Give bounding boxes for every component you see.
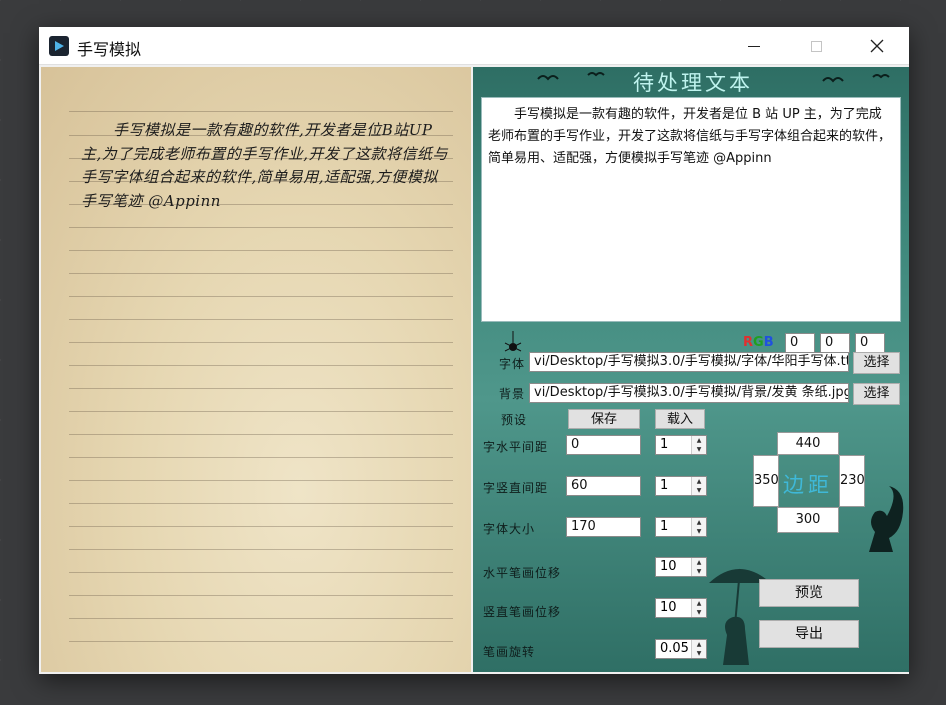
rgb-b-input[interactable]: 0 (855, 333, 885, 353)
pending-text-input[interactable]: 手写模拟是一款有趣的软件，开发者是位 B 站 UP 主，为了完成老师布置的手写作… (481, 97, 901, 322)
spinner-arrows-icon: ▲ ▼ (691, 518, 706, 536)
rotation-label: 笔画旋转 (483, 645, 536, 659)
paper-line (69, 526, 453, 527)
paper-line (69, 273, 453, 274)
font-select-button[interactable]: 选择 (853, 352, 900, 374)
margin-title: 边距 (783, 473, 833, 497)
paper-line (69, 411, 453, 412)
h-spacing-step-spinner[interactable]: 1 ▲ ▼ (655, 435, 707, 455)
spinner-arrows-icon: ▲ ▼ (691, 477, 706, 495)
app-window: 手写模拟 手写模拟是一款有趣的软件,开发者是位B站UP主,为了完成老师布置的手写… (39, 27, 909, 674)
paper-line (69, 296, 453, 297)
background-path-input[interactable]: vi/Desktop/手写模拟3.0/手写模拟/背景/发黄 条纸.jpg (529, 383, 849, 403)
spinner-arrows-icon: ▲ ▼ (691, 436, 706, 454)
rgb-label-b: B (763, 335, 774, 350)
paper-line (69, 457, 453, 458)
v-spacing-label: 字竖直间距 (483, 481, 549, 495)
preset-label: 预设 (501, 413, 528, 427)
font-label: 字体 (499, 357, 526, 371)
title-bar: 手写模拟 (39, 27, 909, 65)
rgb-g-input[interactable]: 0 (820, 333, 850, 353)
h-spacing-step-value: 1 (660, 437, 669, 452)
v-spacing-input[interactable]: 60 (566, 476, 641, 496)
spinner-arrows-icon: ▲ ▼ (691, 558, 706, 576)
app-icon (49, 36, 69, 56)
close-button[interactable] (854, 27, 900, 65)
rgb-label-r: R (743, 335, 754, 350)
bats-decoration (537, 72, 605, 81)
export-button[interactable]: 导出 (759, 620, 859, 648)
paper-line (69, 342, 453, 343)
preview-button[interactable]: 预览 (759, 579, 859, 607)
paper-line (69, 480, 453, 481)
h-offset-spinner[interactable]: 10 ▲ ▼ (655, 557, 707, 577)
font-size-step-value: 1 (660, 519, 669, 534)
paper-line (69, 618, 453, 619)
rotation-spinner[interactable]: 0.05 ▲ ▼ (655, 639, 707, 659)
h-offset-label: 水平笔画位移 (483, 566, 562, 580)
bats-decoration (822, 74, 890, 83)
maximize-button[interactable] (793, 27, 839, 65)
paper-line (69, 365, 453, 366)
v-offset-value: 10 (660, 600, 677, 615)
handwritten-text: 手写模拟是一款有趣的软件,开发者是位B站UP主,为了完成老师布置的手写作业,开发… (81, 121, 449, 210)
rgb-label-g: G (753, 335, 764, 350)
font-size-step-spinner[interactable]: 1 ▲ ▼ (655, 517, 707, 537)
close-icon (870, 39, 884, 53)
margin-bottom-input[interactable]: 300 (777, 507, 839, 533)
paper-line (69, 111, 453, 112)
preset-save-button[interactable]: 保存 (568, 409, 640, 429)
preset-load-button[interactable]: 载入 (655, 409, 705, 429)
maximize-icon (810, 40, 822, 52)
h-spacing-label: 字水平间距 (483, 440, 549, 454)
paper-line (69, 388, 453, 389)
paper-line (69, 641, 453, 642)
font-size-label: 字体大小 (483, 522, 536, 536)
pending-text-title: 待处理文本 (633, 71, 753, 95)
paper-line (69, 595, 453, 596)
umbrella-cat-decoration (709, 568, 771, 665)
h-spacing-input[interactable]: 0 (566, 435, 641, 455)
font-path-input[interactable]: vi/Desktop/手写模拟3.0/手写模拟/字体/华阳手写体.ttf (529, 352, 849, 372)
paper-line (69, 434, 453, 435)
v-spacing-step-value: 1 (660, 478, 669, 493)
paper-line (69, 503, 453, 504)
paper-line (69, 319, 453, 320)
h-offset-value: 10 (660, 559, 677, 574)
background-label: 背景 (499, 387, 526, 401)
v-spacing-step-spinner[interactable]: 1 ▲ ▼ (655, 476, 707, 496)
minimize-icon (748, 45, 760, 47)
background-select-button[interactable]: 选择 (853, 383, 900, 405)
paper-line (69, 227, 453, 228)
spinner-arrows-icon: ▲ ▼ (691, 599, 706, 617)
paper-line (69, 250, 453, 251)
paper-preview: 手写模拟是一款有趣的软件,开发者是位B站UP主,为了完成老师布置的手写作业,开发… (41, 67, 471, 672)
v-offset-spinner[interactable]: 10 ▲ ▼ (655, 598, 707, 618)
v-offset-label: 竖直笔画位移 (483, 605, 562, 619)
paper-line (69, 549, 453, 550)
margin-top-input[interactable]: 440 (777, 432, 839, 455)
margin-left-input[interactable]: 350 (753, 455, 779, 507)
squirrel-decoration (869, 486, 904, 552)
window-title: 手写模拟 (77, 40, 142, 59)
minimize-button[interactable] (731, 27, 777, 65)
rgb-label: RGB (743, 335, 774, 350)
rotation-value: 0.05 (660, 641, 689, 656)
font-size-input[interactable]: 170 (566, 517, 641, 537)
paper-line (69, 572, 453, 573)
spinner-arrows-icon: ▲ ▼ (691, 640, 706, 658)
control-panel: 待处理文本 手写模拟是一款有趣的软件，开发者是位 B 站 UP 主，为了完成老师… (473, 67, 909, 672)
rgb-r-input[interactable]: 0 (785, 333, 815, 353)
